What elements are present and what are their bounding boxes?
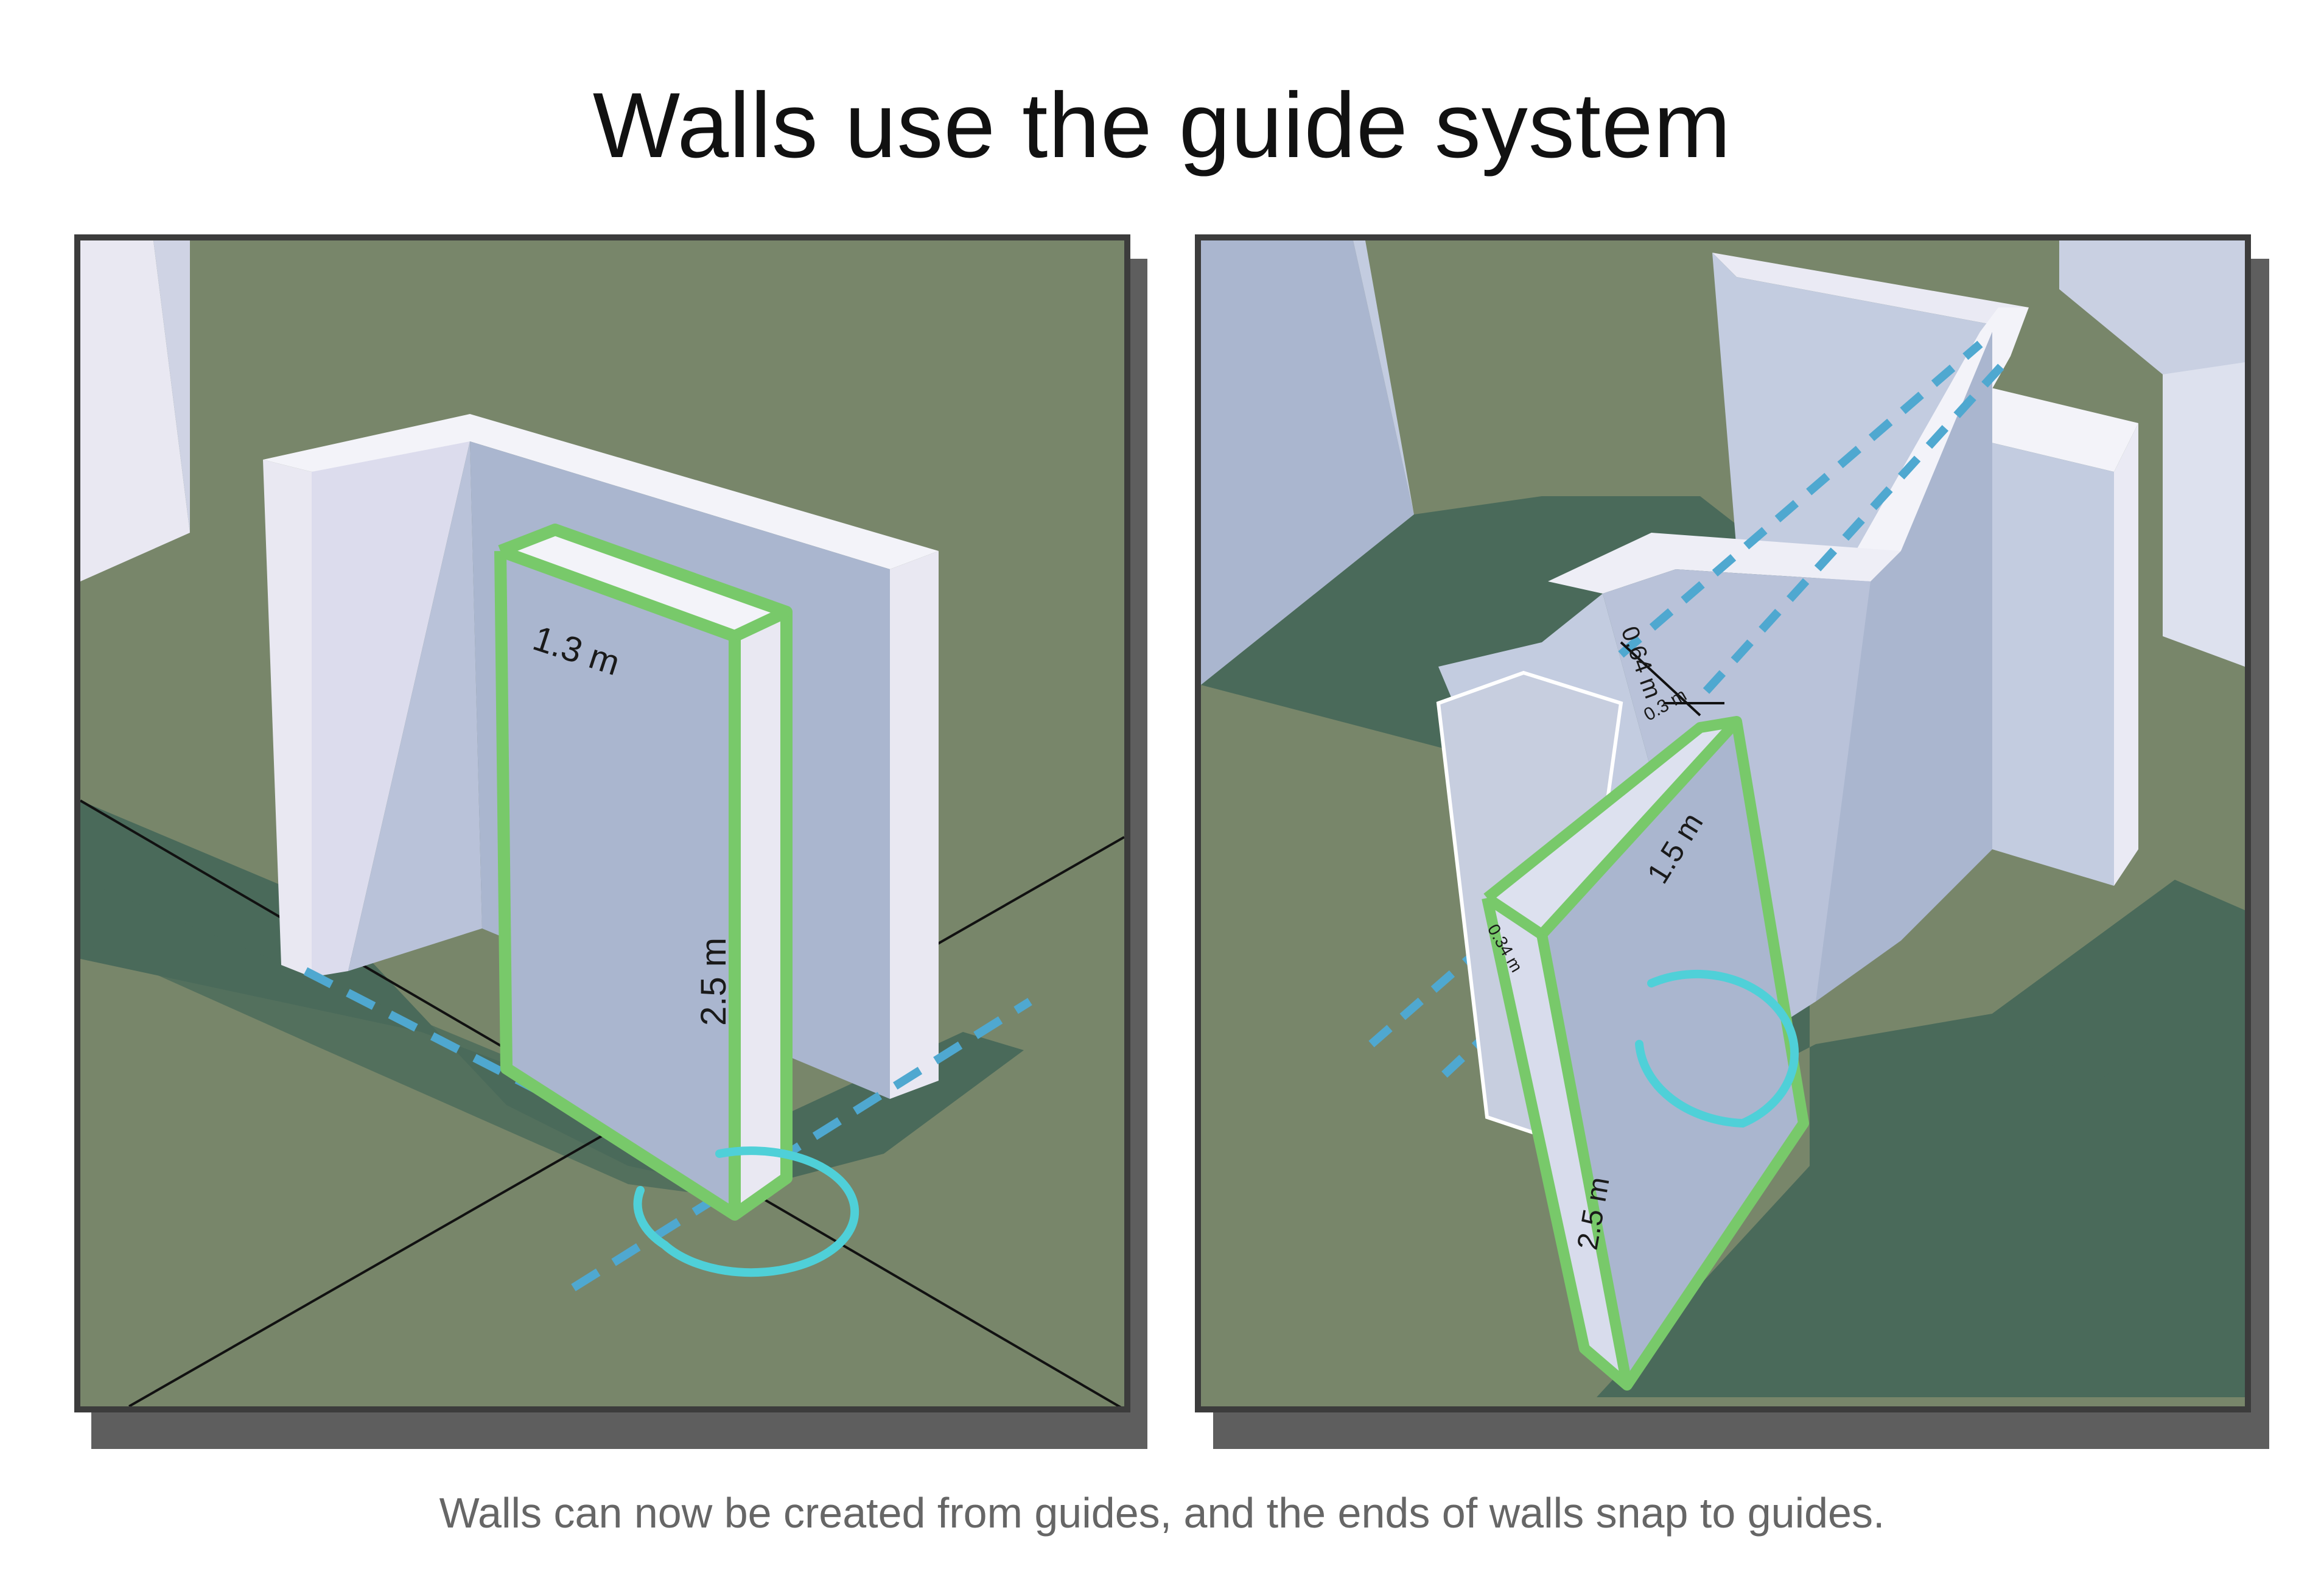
page-title: Walls use the guide system [592, 74, 1732, 177]
page: Walls use the guide system 1.3 m 2.5 m 0… [0, 0, 2324, 1589]
folded-wall-right-face [1986, 441, 2114, 886]
left-scene: 1.3 m 2.5 m [80, 240, 1124, 1406]
left-height-label: 2.5 m [694, 938, 733, 1026]
caption: Walls can now be created from guides, an… [439, 1489, 1885, 1537]
right-background-wall-right-face [2163, 362, 2245, 667]
left-viewport[interactable]: 1.3 m 2.5 m [74, 234, 1130, 1412]
selected-wall-side-face[interactable] [735, 612, 786, 1215]
right-scene: 0.64 m 0.3 m 1.5 m 0.34 m 2.5 m [1201, 240, 2245, 1397]
folded-wall-right-end [2114, 423, 2138, 886]
l-wall-end-face [890, 551, 939, 1099]
right-viewport[interactable]: 0.64 m 0.3 m 1.5 m 0.34 m 2.5 m [1195, 234, 2251, 1412]
